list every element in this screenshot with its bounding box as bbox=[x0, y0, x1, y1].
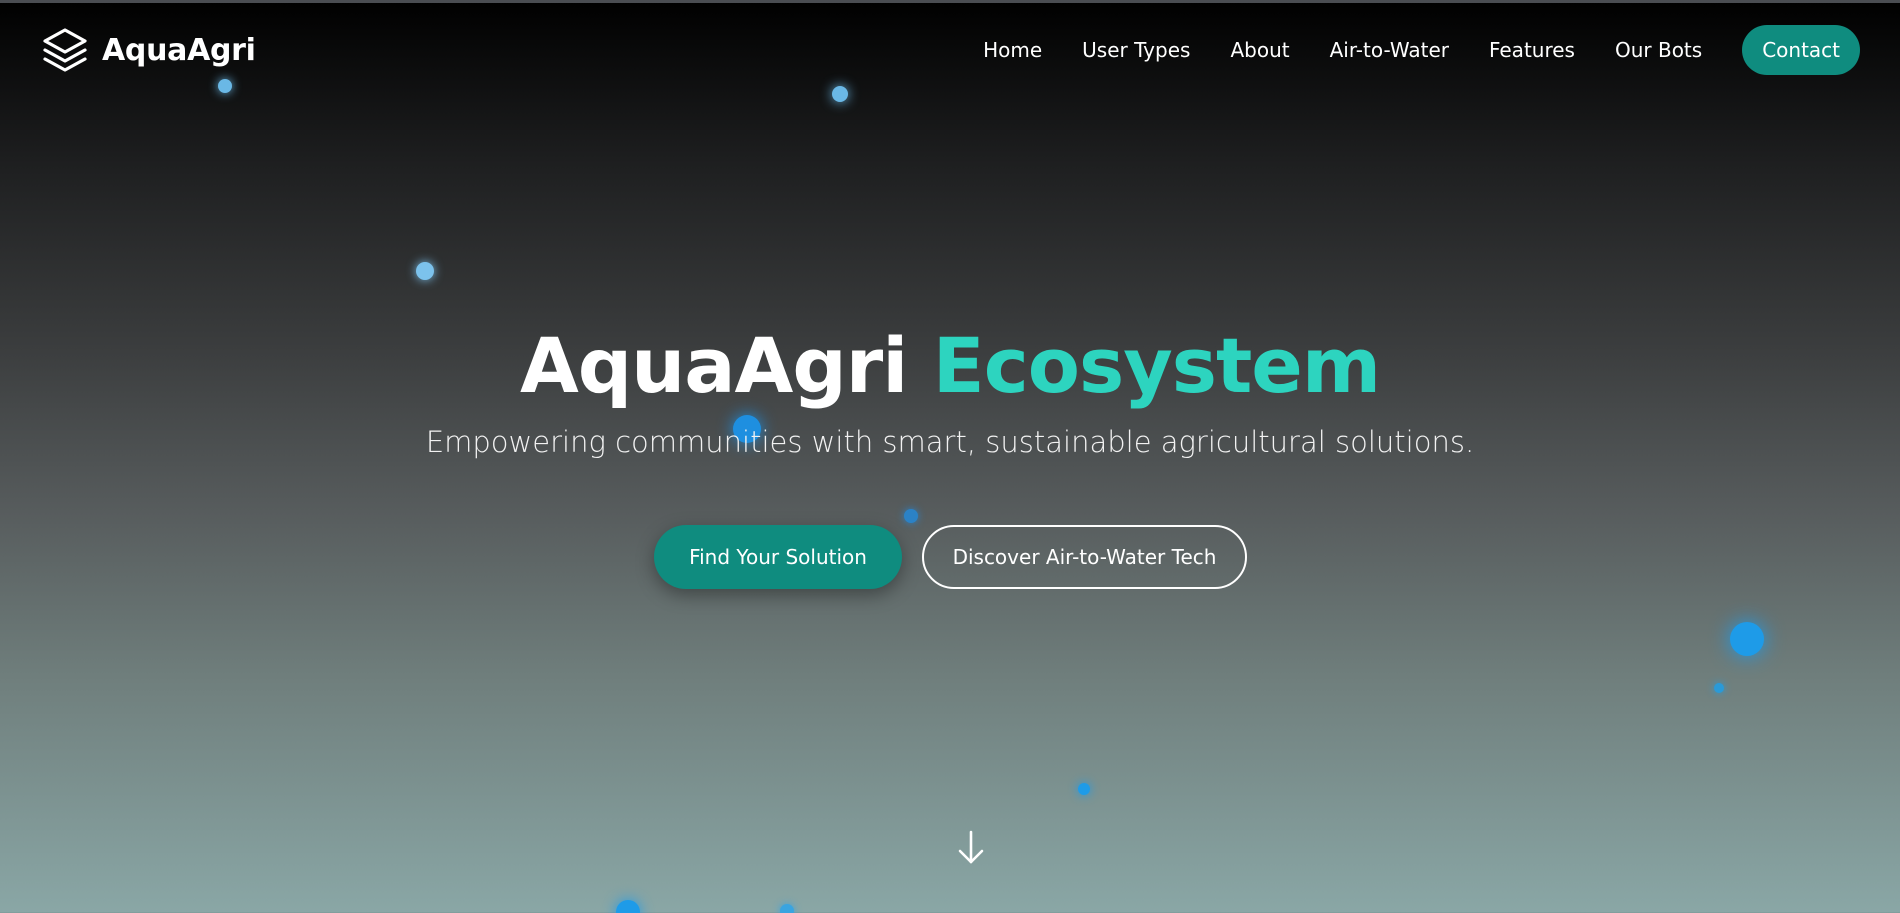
site-header: AquaAgri Home User Types About Air-to-Wa… bbox=[0, 0, 1900, 100]
brand-name: AquaAgri bbox=[102, 32, 256, 68]
particle bbox=[832, 86, 848, 102]
particle bbox=[780, 904, 794, 913]
particle bbox=[616, 900, 640, 913]
brand[interactable]: AquaAgri bbox=[40, 26, 256, 74]
hero-title: AquaAgri Ecosystem bbox=[0, 320, 1900, 411]
hero: AquaAgri Ecosystem Empowering communitie… bbox=[0, 320, 1900, 459]
nav-about[interactable]: About bbox=[1230, 38, 1289, 62]
arrow-down-icon[interactable] bbox=[955, 828, 987, 868]
contact-button[interactable]: Contact bbox=[1742, 25, 1860, 75]
hero-title-accent: Ecosystem bbox=[932, 321, 1381, 410]
particle bbox=[218, 79, 232, 93]
nav-air-to-water[interactable]: Air-to-Water bbox=[1330, 38, 1449, 62]
particle bbox=[1730, 622, 1764, 656]
particle bbox=[904, 509, 918, 523]
nav-features[interactable]: Features bbox=[1489, 38, 1575, 62]
find-solution-button[interactable]: Find Your Solution bbox=[654, 525, 902, 589]
main-nav: Home User Types About Air-to-Water Featu… bbox=[983, 25, 1860, 75]
particle bbox=[1078, 783, 1090, 795]
particle bbox=[1714, 683, 1724, 693]
hero-title-main: AquaAgri bbox=[519, 321, 908, 410]
nav-our-bots[interactable]: Our Bots bbox=[1615, 38, 1702, 62]
particle bbox=[416, 262, 434, 280]
discover-air-to-water-button[interactable]: Discover Air-to-Water Tech bbox=[922, 525, 1247, 589]
nav-home[interactable]: Home bbox=[983, 38, 1042, 62]
layers-icon bbox=[40, 26, 90, 74]
hero-subtitle: Empowering communities with smart, susta… bbox=[425, 425, 1475, 460]
nav-user-types[interactable]: User Types bbox=[1082, 38, 1190, 62]
hero-cta-group: Find Your Solution Discover Air-to-Water… bbox=[654, 525, 1247, 589]
